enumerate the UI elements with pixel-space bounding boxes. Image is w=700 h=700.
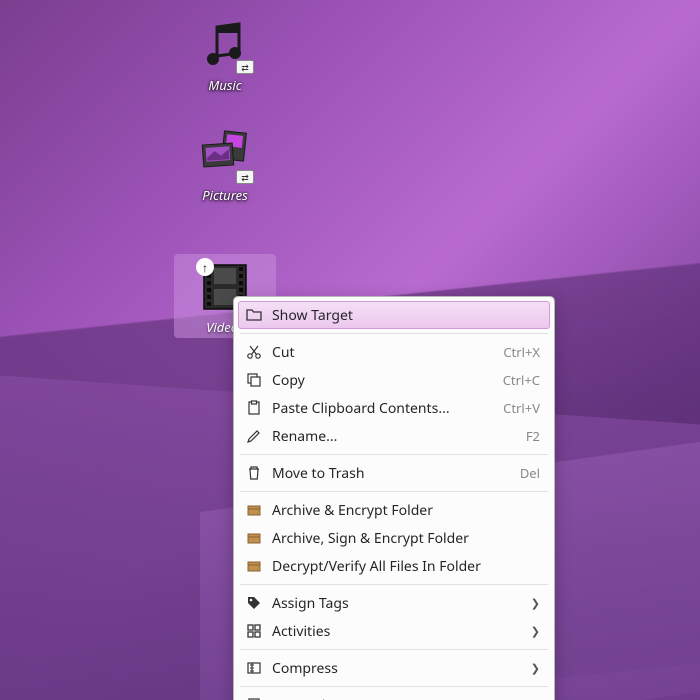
menu-item-label: Cut <box>272 343 493 362</box>
desktop-icon-music[interactable]: ⇄ Music <box>180 18 270 94</box>
menu-item-label: Archive, Sign & Encrypt Folder <box>272 529 540 548</box>
menu-item-archive-encrypt[interactable]: Archive & Encrypt Folder <box>238 496 550 524</box>
menu-item-label: Archive & Encrypt Folder <box>272 501 540 520</box>
menu-item-show-target[interactable]: Show Target <box>238 301 550 329</box>
desktop-icon-pictures[interactable]: ⇄ Pictures <box>180 128 270 204</box>
desktop-icon-label: Music <box>208 76 241 94</box>
menu-item-trash[interactable]: Move to Trash Del <box>238 459 550 487</box>
copy-icon <box>246 372 262 388</box>
chevron-right-icon: ❯ <box>530 661 540 676</box>
menu-separator <box>240 686 548 687</box>
music-icon: ⇄ <box>198 18 252 72</box>
menu-item-label: Paste Clipboard Contents... <box>272 399 493 418</box>
menu-item-copy[interactable]: Copy Ctrl+C <box>238 366 550 394</box>
up-arrow-emblem-icon: ↑ <box>196 258 214 276</box>
menu-item-archive-sign-encrypt[interactable]: Archive, Sign & Encrypt Folder <box>238 524 550 552</box>
activities-icon <box>246 623 262 639</box>
menu-separator <box>240 333 548 334</box>
chevron-right-icon: ❯ <box>530 624 540 639</box>
context-menu: Show Target Cut Ctrl+X Copy Ctrl+C Paste… <box>233 296 555 700</box>
chevron-right-icon: ❯ <box>530 596 540 611</box>
menu-separator <box>240 454 548 455</box>
menu-item-shortcut: Del <box>520 464 540 482</box>
archive-icon <box>246 530 262 546</box>
menu-item-label: Move to Trash <box>272 464 510 483</box>
menu-item-shortcut: Ctrl+X <box>503 343 540 361</box>
menu-item-shortcut: Ctrl+C <box>503 371 540 389</box>
compress-icon <box>246 660 262 676</box>
menu-item-label: Activities <box>272 622 520 641</box>
folder-icon <box>246 307 262 323</box>
menu-item-label: Show Target <box>272 306 540 325</box>
cut-icon <box>246 344 262 360</box>
menu-separator <box>240 491 548 492</box>
desktop-icon-label: Pictures <box>202 186 247 204</box>
menu-item-properties[interactable]: Properties Alt+Return <box>238 691 550 700</box>
menu-item-activities[interactable]: Activities ❯ <box>238 617 550 645</box>
menu-item-rename[interactable]: Rename... F2 <box>238 422 550 450</box>
menu-item-decrypt-verify[interactable]: Decrypt/Verify All Files In Folder <box>238 552 550 580</box>
trash-icon <box>246 465 262 481</box>
menu-item-paste[interactable]: Paste Clipboard Contents... Ctrl+V <box>238 394 550 422</box>
menu-item-label: Decrypt/Verify All Files In Folder <box>272 557 540 576</box>
menu-item-label: Assign Tags <box>272 594 520 613</box>
link-emblem-icon: ⇄ <box>236 60 254 74</box>
menu-separator <box>240 649 548 650</box>
rename-icon <box>246 428 262 444</box>
link-emblem-icon: ⇄ <box>236 170 254 184</box>
menu-item-assign-tags[interactable]: Assign Tags ❯ <box>238 589 550 617</box>
menu-item-label: Compress <box>272 659 520 678</box>
menu-item-label: Rename... <box>272 427 516 446</box>
menu-separator <box>240 584 548 585</box>
archive-icon <box>246 558 262 574</box>
pictures-icon: ⇄ <box>198 128 252 182</box>
menu-item-compress[interactable]: Compress ❯ <box>238 654 550 682</box>
menu-item-shortcut: Ctrl+V <box>503 399 540 417</box>
menu-item-shortcut: F2 <box>526 427 540 445</box>
menu-item-label: Properties <box>272 696 465 700</box>
paste-icon <box>246 400 262 416</box>
menu-item-label: Copy <box>272 371 493 390</box>
archive-icon <box>246 502 262 518</box>
menu-item-shortcut: Alt+Return <box>475 696 540 700</box>
tag-icon <box>246 595 262 611</box>
menu-item-cut[interactable]: Cut Ctrl+X <box>238 338 550 366</box>
